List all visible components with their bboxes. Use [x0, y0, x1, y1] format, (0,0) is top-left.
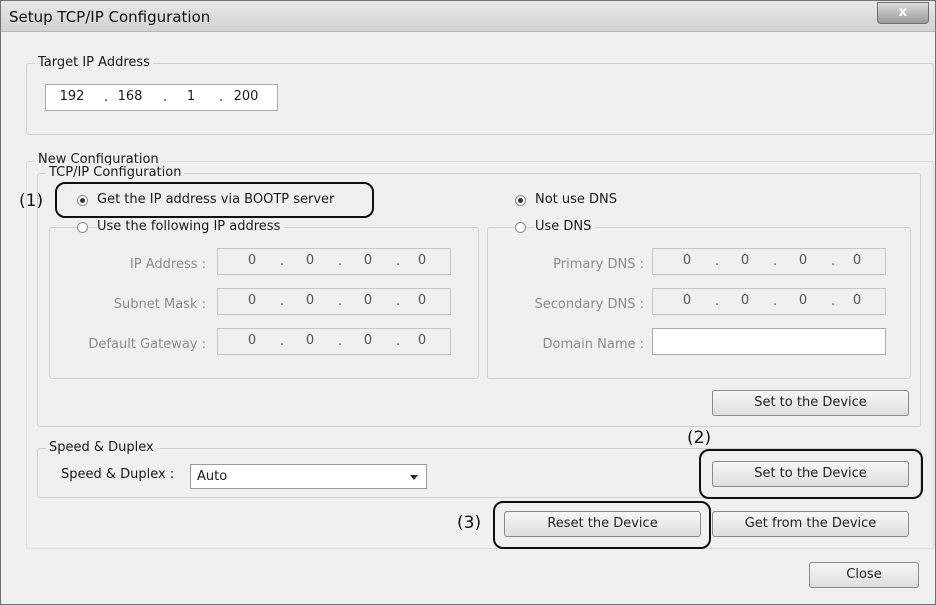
use-dns-label[interactable]: Use DNS — [535, 219, 596, 234]
target-ip-dot: . — [104, 90, 109, 105]
title-bar: Setup TCP/IP Configuration x — [1, 1, 935, 32]
subnet-octet-4: 0 — [417, 293, 427, 308]
secondary-dns-octet-3: 0 — [798, 293, 808, 308]
ip-dot: . — [280, 254, 285, 269]
close-button[interactable]: Close — [809, 562, 919, 588]
callout-box-2 — [699, 449, 923, 499]
subnet-dot: . — [338, 294, 343, 309]
subnet-mask-label: Subnet Mask : — [113, 297, 206, 312]
speed-duplex-label: Speed & Duplex : — [61, 467, 175, 482]
target-ip-octet-3: 1 — [186, 89, 196, 104]
speed-duplex-select[interactable]: Auto — [190, 464, 427, 489]
target-ip-octet-4: 200 — [233, 89, 259, 104]
ip-address-input[interactable]: 0 . 0 . 0 . 0 — [217, 248, 451, 275]
primary-dns-octet-3: 0 — [798, 253, 808, 268]
target-ip-octet-2: 168 — [117, 89, 143, 104]
callout-marker-2: (2) — [687, 428, 712, 448]
secondary-dns-octet-4: 0 — [852, 293, 862, 308]
gateway-octet-4: 0 — [417, 333, 427, 348]
primary-dns-octet-2: 0 — [740, 253, 750, 268]
not-use-dns-radio[interactable] — [515, 195, 526, 206]
speed-duplex-value: Auto — [197, 469, 228, 484]
manual-ip-radio-label[interactable]: Use the following IP address — [97, 219, 285, 234]
gateway-octet-3: 0 — [363, 333, 373, 348]
secondary-dns-input[interactable]: 0 . 0 . 0 . 0 — [652, 288, 886, 315]
secondary-dns-dot: . — [715, 294, 720, 309]
setup-dialog: Setup TCP/IP Configuration x Target IP A… — [0, 0, 936, 605]
gateway-dot: . — [280, 334, 285, 349]
get-from-device-button[interactable]: Get from the Device — [712, 511, 909, 537]
tcpip-group-title: TCP/IP Configuration — [46, 165, 185, 180]
ip-octet-1: 0 — [247, 253, 257, 268]
subnet-dot: . — [280, 294, 285, 309]
window-close-button[interactable]: x — [877, 2, 929, 24]
secondary-dns-label: Secondary DNS : — [534, 297, 644, 312]
tcpip-set-button[interactable]: Set to the Device — [712, 390, 909, 416]
secondary-dns-octet-1: 0 — [682, 293, 692, 308]
secondary-dns-dot: . — [831, 294, 836, 309]
ip-octet-4: 0 — [417, 253, 427, 268]
secondary-dns-dot: . — [773, 294, 778, 309]
secondary-dns-octet-2: 0 — [740, 293, 750, 308]
gateway-dot: . — [396, 334, 401, 349]
window-title: Setup TCP/IP Configuration — [9, 8, 211, 26]
gateway-dot: . — [338, 334, 343, 349]
subnet-mask-input[interactable]: 0 . 0 . 0 . 0 — [217, 288, 451, 315]
default-gateway-label: Default Gateway : — [88, 337, 206, 352]
primary-dns-octet-1: 0 — [682, 253, 692, 268]
subnet-dot: . — [396, 294, 401, 309]
primary-dns-dot: . — [773, 254, 778, 269]
default-gateway-input[interactable]: 0 . 0 . 0 . 0 — [217, 328, 451, 355]
ip-address-label: IP Address : — [129, 257, 206, 272]
gateway-octet-1: 0 — [247, 333, 257, 348]
target-ip-dot: . — [163, 90, 168, 105]
target-ip-input[interactable]: 192 . 168 . 1 . 200 — [45, 84, 278, 111]
callout-marker-1: (1) — [19, 191, 44, 211]
callout-box-3 — [493, 501, 711, 549]
use-dns-radio[interactable] — [515, 222, 526, 233]
domain-name-input[interactable] — [652, 328, 886, 355]
primary-dns-dot: . — [831, 254, 836, 269]
ip-dot: . — [396, 254, 401, 269]
callout-marker-3: (3) — [457, 513, 482, 533]
callout-box-1 — [55, 182, 374, 218]
domain-name-label: Domain Name : — [542, 337, 644, 352]
primary-dns-dot: . — [715, 254, 720, 269]
gateway-octet-2: 0 — [305, 333, 315, 348]
ip-octet-3: 0 — [363, 253, 373, 268]
primary-dns-octet-4: 0 — [852, 253, 862, 268]
target-ip-octet-1: 192 — [59, 89, 85, 104]
not-use-dns-label[interactable]: Not use DNS — [535, 192, 617, 207]
manual-ip-radio[interactable] — [77, 222, 88, 233]
ip-octet-2: 0 — [305, 253, 315, 268]
subnet-octet-2: 0 — [305, 293, 315, 308]
primary-dns-input[interactable]: 0 . 0 . 0 . 0 — [652, 248, 886, 275]
chevron-down-icon — [410, 475, 418, 480]
target-ip-group-title: Target IP Address — [35, 55, 153, 70]
target-ip-dot: . — [219, 90, 224, 105]
subnet-octet-1: 0 — [247, 293, 257, 308]
target-ip-group: Target IP Address 192 . 168 . 1 . 200 — [26, 55, 934, 135]
subnet-octet-3: 0 — [363, 293, 373, 308]
ip-dot: . — [338, 254, 343, 269]
speed-duplex-group-title: Speed & Duplex — [46, 440, 157, 455]
primary-dns-label: Primary DNS : — [553, 257, 644, 272]
